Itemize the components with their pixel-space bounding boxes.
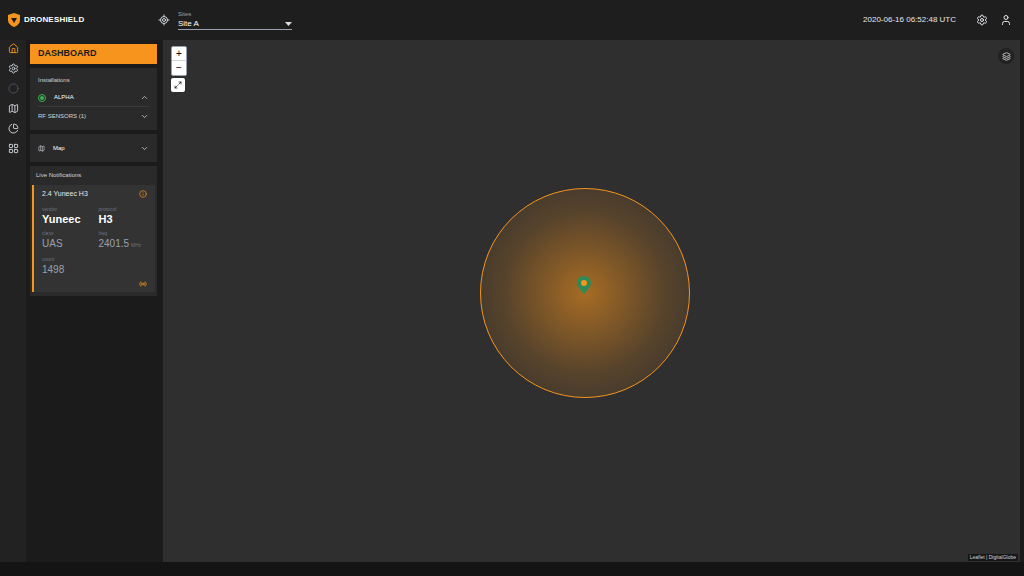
sidebar: DASHBOARD InstallationsALPHARF SENSORS (1… <box>30 44 157 562</box>
site-selector[interactable]: SitesSite A <box>158 10 292 30</box>
grid-icon[interactable] <box>8 143 19 154</box>
notification-field: count1498 <box>42 256 91 276</box>
map-icon[interactable] <box>8 103 19 114</box>
map[interactable]: +− Leaflet | DigitalGlobe <box>163 40 1020 562</box>
gear-icon[interactable] <box>976 14 988 26</box>
notification-field: protocolH3 <box>99 206 148 226</box>
gear-icon[interactable] <box>8 63 19 74</box>
dashboard-header: DASHBOARD <box>30 44 157 64</box>
map-attribution: Leaflet | DigitalGlobe <box>968 554 1018 562</box>
signal-icon <box>139 280 147 288</box>
timestamp: 2020-06-16 06:52:48 UTC <box>863 14 956 26</box>
circle-icon <box>8 83 19 94</box>
zoom-in-button[interactable]: + <box>172 47 186 61</box>
notification-card[interactable]: 2.4 Yuneec H3vendorYuneecprotocolH3class… <box>32 185 155 292</box>
logo: DRONESHIELD <box>0 13 158 27</box>
home-icon[interactable] <box>8 43 19 54</box>
app: DRONESHIELDSitesSite A 2020-06-16 06:52:4… <box>0 0 1024 576</box>
notification-field: freq2401.5MHz <box>99 230 148 252</box>
user-icon[interactable] <box>1000 14 1012 26</box>
notifications-panel: Live Notifications2.4 Yuneec H3vendorYun… <box>30 166 157 296</box>
detection-radius <box>480 188 690 398</box>
chevron-down-icon <box>140 112 149 121</box>
sensor-pin-icon[interactable] <box>577 276 591 294</box>
bottom-strip <box>0 562 1024 576</box>
zoom-out-button[interactable]: − <box>172 61 186 75</box>
fullscreen-icon <box>174 81 182 89</box>
notification-field: vendorYuneec <box>42 206 91 226</box>
group-row[interactable]: RF SENSORS (1) <box>38 107 149 126</box>
dropdown-caret-icon <box>285 22 292 26</box>
pie-chart-icon[interactable] <box>8 123 19 134</box>
top-bar: DRONESHIELDSitesSite A 2020-06-16 06:52:4… <box>0 0 1024 40</box>
notification-field: classUAS <box>42 230 91 252</box>
chevron-up-icon <box>140 93 149 102</box>
fullscreen-button[interactable] <box>171 78 185 92</box>
target-icon <box>158 14 170 26</box>
map-icon <box>38 145 45 152</box>
status-icon <box>38 94 46 102</box>
chevron-down-icon <box>140 144 149 153</box>
nav-rail <box>0 40 26 562</box>
installation-row[interactable]: ALPHA <box>38 89 149 107</box>
layers-button[interactable] <box>998 48 1014 64</box>
installations-panel: InstallationsALPHARF SENSORS (1) <box>30 68 157 130</box>
shield-logo-icon <box>8 13 20 27</box>
map-panel[interactable]: Map <box>30 134 157 162</box>
layers-icon <box>1002 52 1011 61</box>
info-icon[interactable] <box>139 190 147 198</box>
